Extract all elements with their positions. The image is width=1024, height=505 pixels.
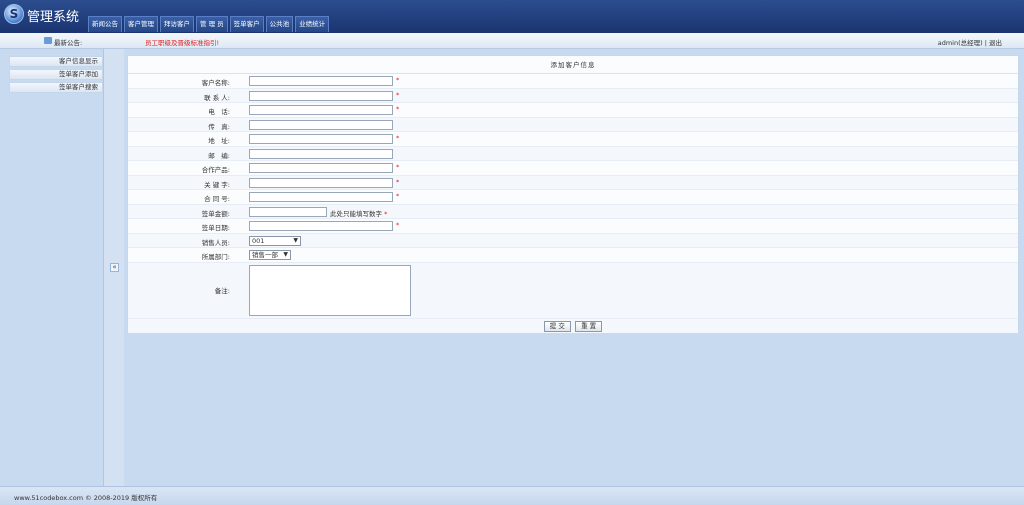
form-row-postcode: 邮 编: xyxy=(128,146,1018,161)
required-mark: * xyxy=(396,192,400,200)
field-label: 销售人员: xyxy=(201,238,230,247)
form-row-address: 地 址: * xyxy=(128,132,1018,147)
required-mark: * xyxy=(396,134,400,142)
app-title: 管理系统 xyxy=(27,10,80,25)
required-mark: * xyxy=(396,221,400,229)
panel-title: 添加客户信息 xyxy=(128,56,1018,74)
collapse-sidebar-button[interactable]: « xyxy=(110,263,119,272)
field-label: 地 址: xyxy=(208,137,230,145)
nav-tab-signed-customers[interactable]: 签单客户 xyxy=(229,16,264,32)
form-row-department: 所属部门: 销售一部 ▼ xyxy=(128,248,1018,263)
required-mark: * xyxy=(396,163,400,171)
sidebar-item-customer-list[interactable]: 客户信息显示 xyxy=(9,56,103,67)
field-label: 邮 编: xyxy=(208,151,230,160)
copyright-text: www.51codebox.com © 2008-2019 版权所有 xyxy=(14,494,158,502)
notice-label: 最新公告: xyxy=(54,39,83,47)
dropdown-arrow-icon: ▼ xyxy=(283,251,288,258)
form-row-keyword: 关 键 字: * xyxy=(128,175,1018,190)
required-mark: * xyxy=(396,177,400,186)
field-label: 签单金额: xyxy=(201,209,230,218)
form-row-product: 合作产品: * xyxy=(128,161,1018,176)
product-input[interactable] xyxy=(249,163,393,173)
notice-link[interactable]: 员工职级及晋级标准指引! xyxy=(145,37,219,47)
reset-button[interactable]: 重 置 xyxy=(575,320,603,332)
required-mark: * xyxy=(396,90,400,99)
field-label: 关 键 字: xyxy=(204,180,230,189)
department-select[interactable]: 销售一部 ▼ xyxy=(249,250,291,260)
sidebar-item-search-signed[interactable]: 签单客户搜索 xyxy=(9,82,103,93)
address-input[interactable] xyxy=(249,134,393,144)
remark-textarea[interactable] xyxy=(249,264,411,316)
amount-input[interactable] xyxy=(249,206,327,217)
salesperson-select[interactable]: 001 ▼ xyxy=(249,235,301,246)
form-actions: 提 交 重 置 xyxy=(128,318,1018,333)
required-mark: * xyxy=(396,76,400,84)
add-customer-panel: 添加客户信息 客户名称: * 联 系 人: * 电 话: * 传 真: 地 址:… xyxy=(127,55,1019,333)
form-row-contract-no: 合 同 号: * xyxy=(128,190,1018,205)
phone-input[interactable] xyxy=(249,105,393,115)
nav-tab-customers[interactable]: 客户管理 xyxy=(124,16,158,32)
nav-tab-admin[interactable]: 管 理 员 xyxy=(196,16,228,32)
field-label: 联 系 人: xyxy=(204,93,230,102)
amount-hint: 此处只能填写数字 * xyxy=(330,209,388,218)
postcode-input[interactable] xyxy=(249,148,393,159)
contact-input[interactable] xyxy=(249,90,393,101)
user-logout-link[interactable]: admin(总经理) | 退出 xyxy=(938,37,1002,47)
nav-tab-news[interactable]: 新闻公告 xyxy=(88,16,122,32)
sign-date-input[interactable] xyxy=(249,221,393,231)
field-label: 备注: xyxy=(214,286,230,295)
keyword-input[interactable] xyxy=(249,177,393,188)
customer-name-input[interactable] xyxy=(249,76,393,86)
field-label: 合 同 号: xyxy=(204,195,230,203)
nav-tab-performance[interactable]: 业绩统计 xyxy=(295,16,330,32)
field-label: 签单日期: xyxy=(201,224,230,232)
shield-logo-icon: S xyxy=(4,4,24,24)
nav-tab-visits[interactable]: 拜访客户 xyxy=(160,16,194,32)
form-row-contact: 联 系 人: * xyxy=(128,88,1018,103)
footer: www.51codebox.com © 2008-2019 版权所有 xyxy=(0,486,1024,505)
field-label: 电 话: xyxy=(208,108,230,116)
field-label: 传 真: xyxy=(208,122,230,131)
notice-bar: 最新公告: 员工职级及晋级标准指引! admin(总经理) | 退出 xyxy=(0,33,1024,49)
form-row-fax: 传 真: xyxy=(128,117,1018,132)
form-row-date: 签单日期: * xyxy=(128,219,1018,234)
contract-no-input[interactable] xyxy=(249,192,393,202)
field-label: 合作产品: xyxy=(201,166,230,174)
form-row-customer-name: 客户名称: * xyxy=(128,74,1018,89)
sidebar-item-add-signed[interactable]: 签单客户添加 xyxy=(9,69,103,80)
submit-button[interactable]: 提 交 xyxy=(543,320,571,332)
announcement-icon xyxy=(44,37,52,44)
sidebar: 客户信息显示 签单客户添加 签单客户搜索 xyxy=(0,49,104,486)
field-label: 所属部门: xyxy=(201,253,230,261)
fax-input[interactable] xyxy=(249,119,393,130)
form-row-phone: 电 话: * xyxy=(128,103,1018,118)
form-row-salesperson: 销售人员: 001 ▼ xyxy=(128,233,1018,248)
top-nav: 新闻公告 客户管理 拜访客户 管 理 员 签单客户 公共池 业绩统计 xyxy=(88,16,331,32)
dropdown-arrow-icon: ▼ xyxy=(293,236,298,244)
field-label: 客户名称: xyxy=(201,79,230,87)
form-row-amount: 签单金额: 此处只能填写数字 * xyxy=(128,204,1018,219)
header: S 管理系统 新闻公告 客户管理 拜访客户 管 理 员 签单客户 公共池 业绩统… xyxy=(0,0,1024,33)
nav-tab-public-pool[interactable]: 公共池 xyxy=(265,16,294,32)
form-row-remark: 备注: xyxy=(128,262,1018,319)
required-mark: * xyxy=(396,105,400,113)
